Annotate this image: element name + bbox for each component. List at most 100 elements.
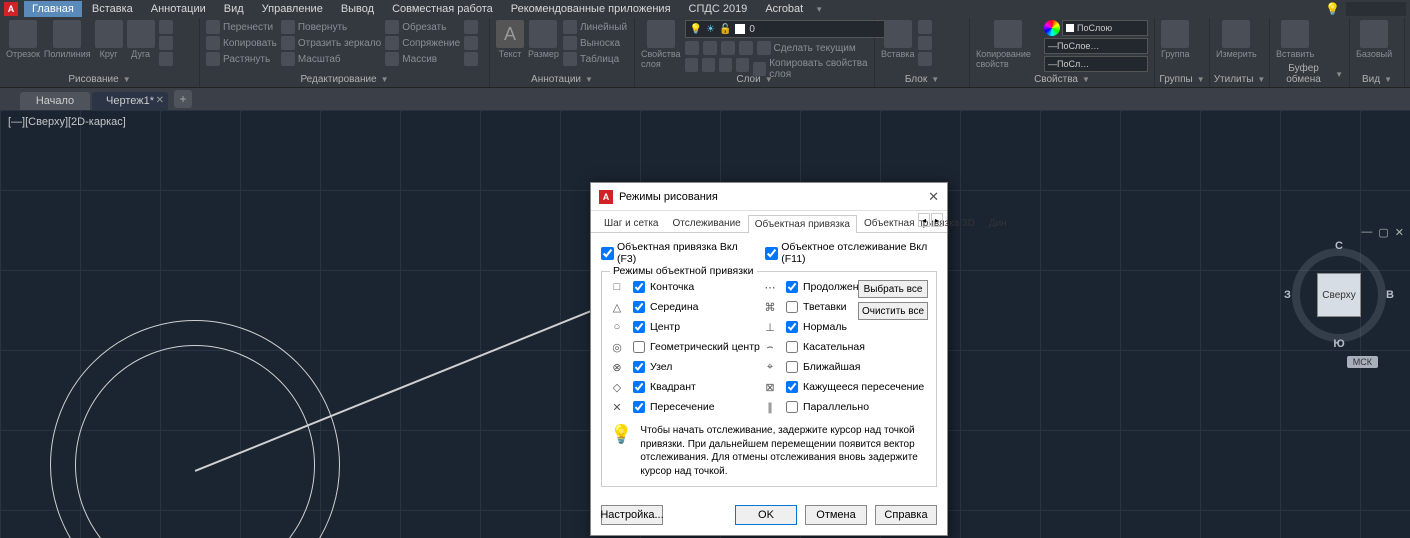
layer-icon-8[interactable]	[736, 58, 749, 72]
draw-extra-2[interactable]	[159, 36, 173, 50]
viewcube-west[interactable]: З	[1284, 289, 1291, 301]
center-check[interactable]	[633, 321, 645, 333]
layer-icon-5[interactable]	[685, 58, 698, 72]
chevron-down-icon[interactable]: ▼	[381, 75, 389, 84]
fillet-tool[interactable]: Сопряжение	[385, 36, 460, 50]
menu-home[interactable]: Главная	[24, 1, 82, 17]
maximize-icon[interactable]: ▢	[1378, 226, 1388, 239]
midpoint-check[interactable]	[633, 301, 645, 313]
close-icon[interactable]: ✕	[1395, 226, 1404, 239]
layer-icon-2[interactable]	[703, 41, 717, 55]
menu-view[interactable]: Вид	[216, 1, 252, 17]
tab-dynamic[interactable]: Дин	[982, 214, 1014, 232]
dim-tool[interactable]: Размер	[528, 20, 559, 59]
nearest-check[interactable]	[786, 361, 798, 373]
tab-drawing1[interactable]: Чертеж1*✕	[92, 92, 168, 110]
menu-featured[interactable]: Рекомендованные приложения	[503, 1, 679, 17]
close-icon[interactable]: ✕	[156, 95, 164, 106]
menu-annotate[interactable]: Аннотации	[143, 1, 214, 17]
bulb-icon[interactable]: 💡	[1325, 2, 1340, 16]
chevron-down-icon[interactable]: ▼	[1197, 75, 1205, 84]
block-icon-2[interactable]	[918, 36, 932, 50]
layer-icon-1[interactable]	[685, 41, 699, 55]
move-tool[interactable]: Перенести	[206, 20, 277, 34]
layer-icon-7[interactable]	[719, 58, 732, 72]
measure-tool[interactable]: Измерить	[1216, 20, 1257, 59]
chevron-down-icon[interactable]: ▼	[931, 75, 939, 84]
linear-dim-tool[interactable]: Линейный	[563, 20, 627, 34]
mirror-tool[interactable]: Отразить зеркало	[281, 36, 381, 50]
cancel-button[interactable]: Отмена	[805, 505, 867, 525]
insert-block[interactable]: Вставка	[881, 20, 914, 59]
tangent-check[interactable]	[786, 341, 798, 353]
node-check[interactable]	[633, 361, 645, 373]
circle-tool[interactable]: Круг	[95, 20, 123, 59]
otrack-on-check[interactable]: Объектное отслеживание Вкл (F11)	[765, 241, 937, 265]
lineweight-combo[interactable]: — ПоСлое…	[1044, 38, 1148, 54]
geocenter-check[interactable]	[633, 341, 645, 353]
extension-check[interactable]	[786, 281, 798, 293]
close-icon[interactable]: ✕	[928, 189, 939, 205]
insertion-check[interactable]	[786, 301, 798, 313]
rotate-tool[interactable]: Повернуть	[281, 20, 381, 34]
menu-search-input[interactable]	[1346, 2, 1406, 16]
trim-tool[interactable]: Обрезать	[385, 20, 460, 34]
chevron-down-icon[interactable]: ▼	[765, 75, 773, 84]
copy-tool[interactable]: Копировать	[206, 36, 277, 50]
text-tool[interactable]: AТекст	[496, 20, 524, 59]
tab-osnap[interactable]: Объектная привязка	[748, 215, 857, 233]
chevron-down-icon[interactable]: ▼	[1082, 75, 1090, 84]
layer-combo[interactable]: 💡 ☀ 🔓 0	[685, 20, 885, 38]
draw-extra-1[interactable]	[159, 20, 173, 34]
apparent-check[interactable]	[786, 381, 798, 393]
tab-scroll-left-icon[interactable]: ◂	[918, 213, 930, 227]
menu-overflow-icon[interactable]: ▼	[815, 5, 823, 14]
parallel-check[interactable]	[786, 401, 798, 413]
block-icon-1[interactable]	[918, 20, 932, 34]
minimize-icon[interactable]: —	[1361, 226, 1372, 239]
chevron-down-icon[interactable]: ▼	[123, 75, 131, 84]
draw-extra-3[interactable]	[159, 52, 173, 66]
edit-extra-1[interactable]	[464, 20, 478, 34]
viewcube-north[interactable]: С	[1335, 240, 1343, 252]
ucs-label[interactable]: МСК	[1347, 356, 1378, 368]
menu-spds[interactable]: СПДС 2019	[681, 1, 756, 17]
osnap-on-check[interactable]: Объектная привязка Вкл (F3)	[601, 241, 745, 265]
menu-collab[interactable]: Совместная работа	[384, 1, 501, 17]
scale-tool[interactable]: Масштаб	[281, 52, 381, 66]
dialog-titlebar[interactable]: A Режимы рисования ✕	[591, 183, 947, 211]
select-all-button[interactable]: Выбрать все	[858, 280, 928, 298]
layer-icon-4[interactable]	[739, 41, 753, 55]
layer-icon-6[interactable]	[702, 58, 715, 72]
layer-icon-3[interactable]	[721, 41, 735, 55]
edit-attributes[interactable]	[918, 52, 932, 66]
array-tool[interactable]: Массив	[385, 52, 460, 66]
chevron-down-icon[interactable]: ▼	[1335, 70, 1343, 79]
color-combo[interactable]: ПоСлою	[1062, 20, 1148, 36]
linetype-combo[interactable]: — ПоСл…	[1044, 56, 1148, 72]
line-tool[interactable]: Отрезок	[6, 20, 40, 59]
tab-snap-grid[interactable]: Шаг и сетка	[597, 214, 665, 232]
polyline-tool[interactable]: Полилиния	[44, 20, 91, 59]
menu-output[interactable]: Вывод	[333, 1, 382, 17]
endpoint-check[interactable]	[633, 281, 645, 293]
viewport-label[interactable]: [—][Сверху][2D-каркас]	[8, 116, 126, 128]
ok-button[interactable]: OK	[735, 505, 797, 525]
clear-all-button[interactable]: Очистить все	[858, 302, 928, 320]
make-current[interactable]: Сделать текущим	[757, 41, 856, 55]
help-button[interactable]: Справка	[875, 505, 937, 525]
perp-check[interactable]	[786, 321, 798, 333]
edit-extra-2[interactable]	[464, 36, 478, 50]
group-tool[interactable]: Группа	[1161, 20, 1190, 59]
viewcube-south[interactable]: Ю	[1333, 338, 1344, 350]
menu-insert[interactable]: Вставка	[84, 1, 141, 17]
tab-polar[interactable]: Отслеживание	[665, 214, 747, 232]
menu-acrobat[interactable]: Acrobat	[757, 1, 811, 17]
chevron-down-icon[interactable]: ▼	[1257, 75, 1265, 84]
base-view-tool[interactable]: Базовый	[1356, 20, 1392, 59]
intersection-check[interactable]	[633, 401, 645, 413]
viewcube-top[interactable]: Сверху	[1317, 273, 1361, 317]
quadrant-check[interactable]	[633, 381, 645, 393]
leader-tool[interactable]: Выноска	[563, 36, 627, 50]
match-props[interactable]: Копирование свойств	[976, 20, 1040, 69]
